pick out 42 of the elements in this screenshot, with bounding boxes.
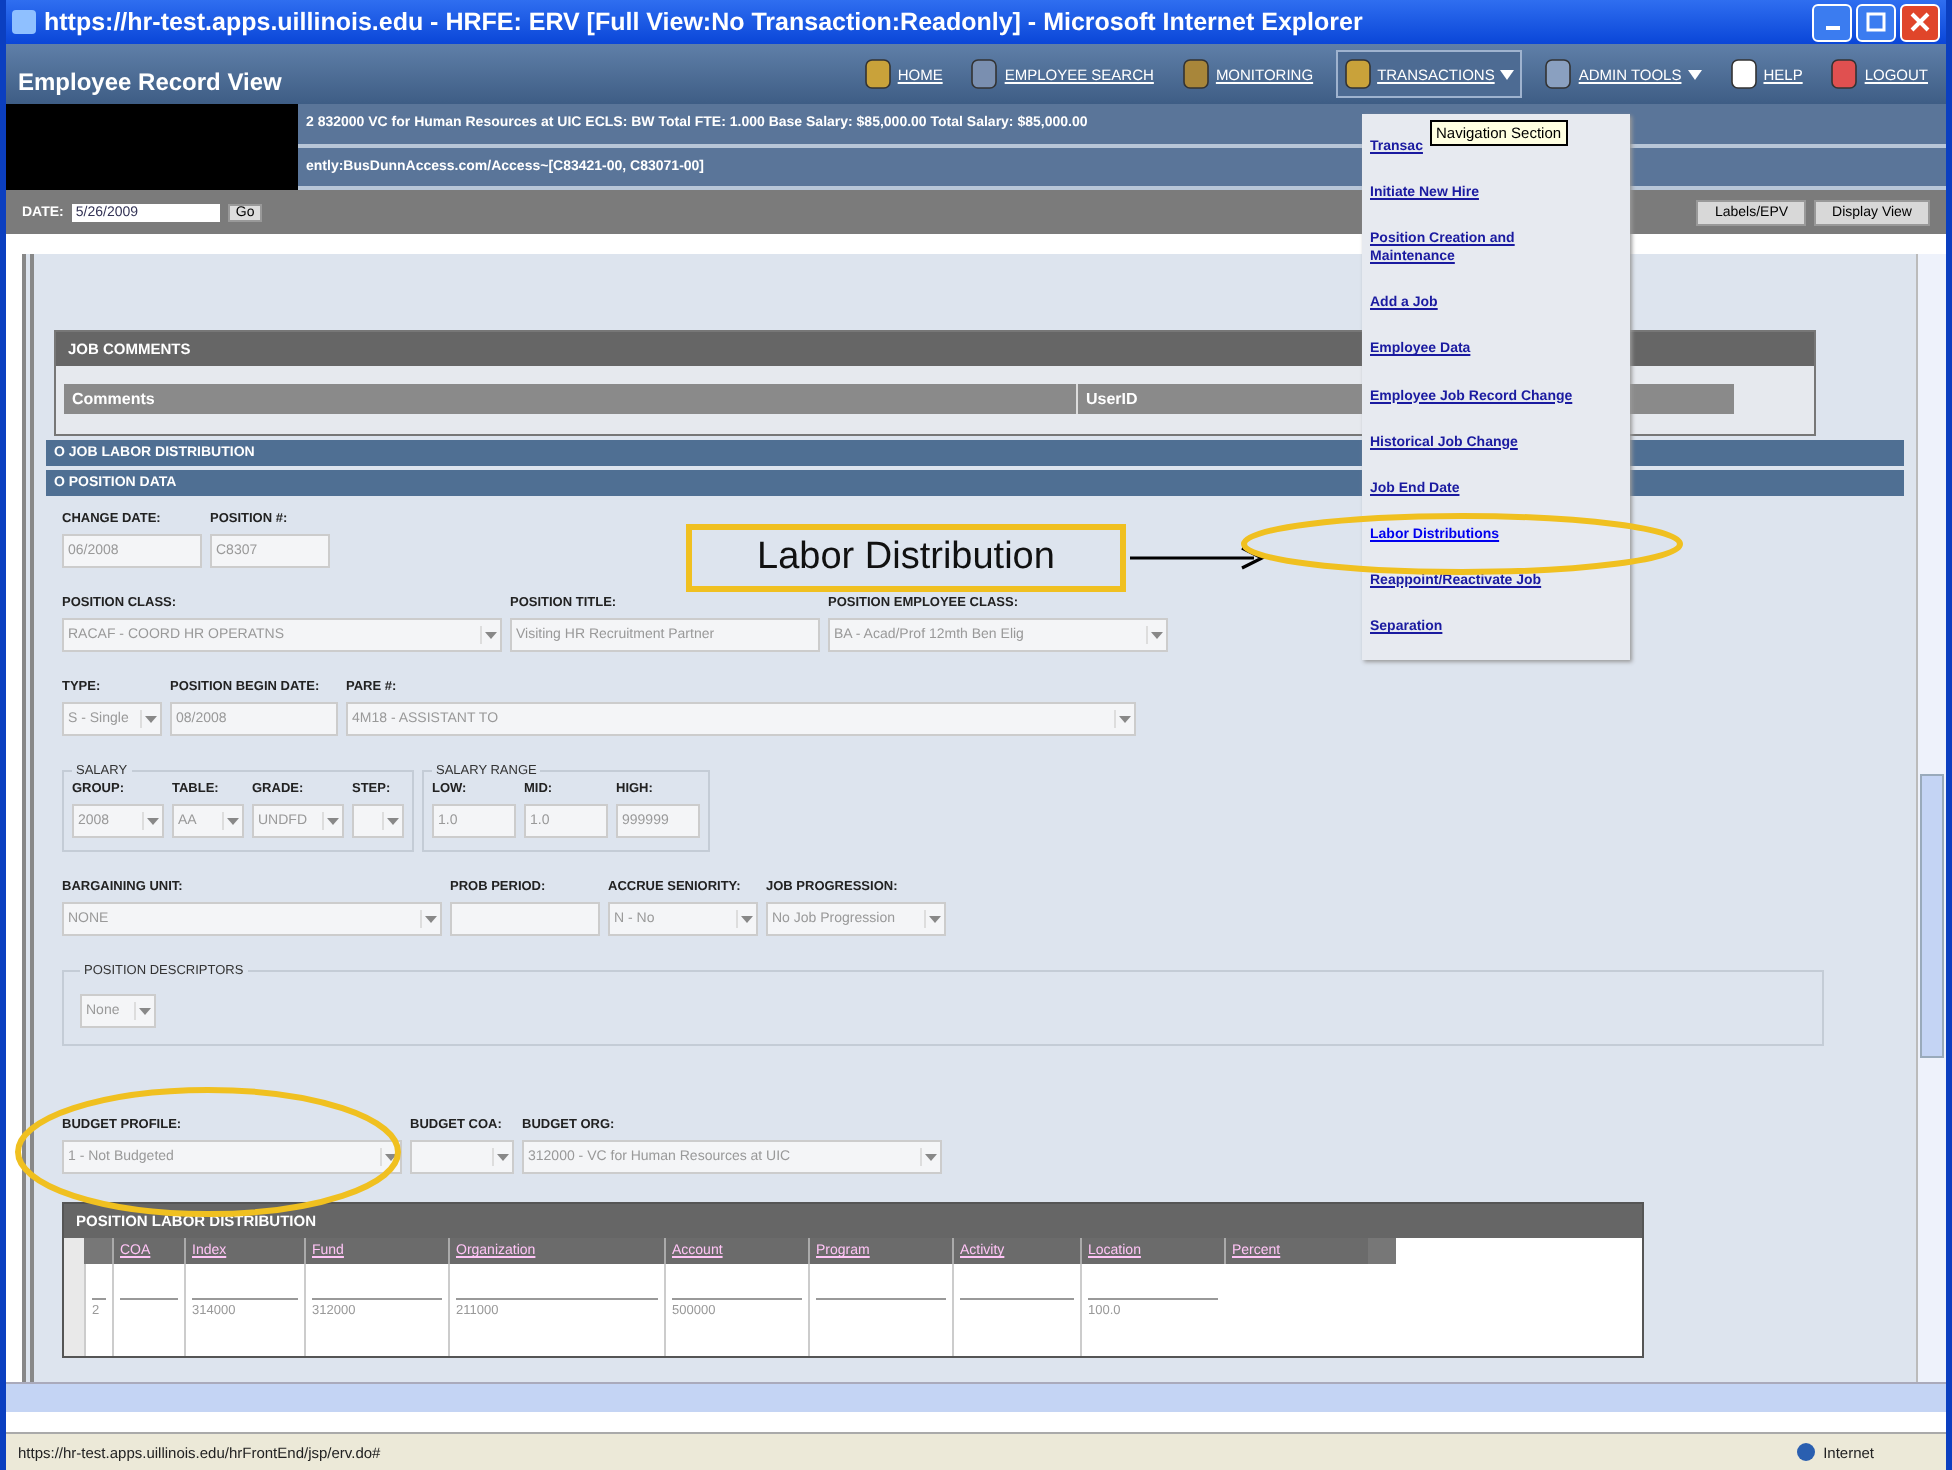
close-icon	[1910, 12, 1930, 32]
table-gutter	[1368, 1238, 1396, 1264]
minimize-button[interactable]	[1812, 3, 1852, 41]
dropdown[interactable]	[410, 1140, 514, 1174]
close-button[interactable]	[1900, 3, 1940, 41]
nav-icon	[1544, 58, 1573, 90]
caret-icon	[492, 1148, 512, 1166]
input-field[interactable]	[450, 902, 600, 936]
caret-icon	[420, 910, 440, 928]
dropdown[interactable]	[352, 804, 404, 838]
column-header: UserID	[1086, 390, 1138, 408]
minimize-icon	[1825, 26, 1839, 30]
annotation-callout: Labor Distribution	[686, 524, 1126, 592]
caret-icon	[322, 812, 342, 830]
app-title: Employee Record View	[18, 68, 282, 96]
browser-icon	[12, 10, 36, 34]
caret-icon	[924, 910, 944, 928]
window-title: https://hr-test.apps.uillinois.edu - HRFE: ERV [Full View:No Transaction:Readonly] - Microsoft Internet Explorer	[44, 8, 1363, 36]
maximize-button[interactable]	[1856, 3, 1896, 41]
horizontal-scrollbar[interactable]	[6, 1382, 1946, 1412]
caret-icon	[1114, 710, 1134, 728]
caret-icon	[142, 812, 162, 830]
globe-icon	[1795, 1442, 1816, 1462]
nav-icon	[1729, 58, 1758, 90]
caret-icon	[1146, 626, 1166, 644]
column-header: Comments	[72, 390, 155, 408]
maximize-icon	[1866, 12, 1886, 32]
caret-icon	[480, 626, 500, 644]
caret-icon	[920, 1148, 940, 1166]
nav-icon	[863, 58, 892, 90]
nav-icon	[1181, 58, 1210, 90]
nav-icon	[1830, 58, 1859, 90]
nav-icon	[970, 58, 999, 90]
table-gutter	[84, 1238, 112, 1264]
caret-icon	[382, 812, 402, 830]
caret-icon	[380, 1148, 400, 1166]
caret-icon	[222, 812, 242, 830]
vertical-scrollbar[interactable]	[1916, 254, 1946, 1382]
caret-icon	[736, 910, 756, 928]
caret-icon	[134, 1002, 154, 1020]
caret-icon	[140, 710, 160, 728]
nav-icon	[1343, 58, 1372, 90]
